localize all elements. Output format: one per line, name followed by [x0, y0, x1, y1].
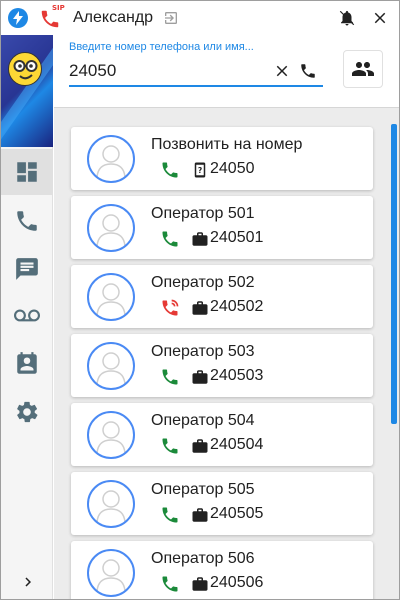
sip-phone-icon: SIP: [39, 4, 65, 30]
notifications-off-icon[interactable]: [338, 9, 356, 27]
contact-name: Позвонить на номер: [151, 136, 303, 153]
phone-icon[interactable]: [160, 160, 180, 180]
sidebar-item-dashboard[interactable]: [1, 149, 53, 195]
contacts-button[interactable]: [343, 50, 383, 88]
app-lightning-icon[interactable]: [8, 8, 28, 28]
user-avatar-emoji: [8, 52, 42, 86]
contact-card[interactable]: Позвонить на номер? 24050: [71, 127, 373, 190]
contact-name: Оператор 506: [151, 550, 255, 567]
contact-avatar: [87, 480, 135, 528]
voicemail-icon: [14, 309, 40, 322]
logout-icon[interactable]: [163, 10, 179, 26]
contact-number: 240504: [210, 436, 264, 453]
user-name: Александр: [73, 9, 154, 26]
sip-badge: SIP: [52, 4, 65, 12]
contact-name: Оператор 504: [151, 412, 255, 429]
close-icon[interactable]: [371, 9, 389, 27]
svg-text:?: ?: [198, 166, 202, 175]
briefcase-icon: [191, 368, 209, 386]
contact-avatar: [87, 342, 135, 390]
contact-card-icon: [17, 352, 37, 374]
contact-name: Оператор 501: [151, 205, 255, 222]
sidebar-item-messages[interactable]: [1, 246, 53, 292]
contact-number: 240506: [210, 574, 264, 591]
contact-number: 240501: [210, 229, 264, 246]
contact-card[interactable]: Оператор 506 240506: [71, 541, 373, 599]
contact-name: Оператор 505: [151, 481, 255, 498]
gear-icon: [17, 401, 38, 423]
people-icon: [352, 62, 374, 76]
briefcase-icon: [191, 506, 209, 524]
briefcase-icon: [191, 437, 209, 455]
contact-card[interactable]: Оператор 503 240503: [71, 334, 373, 397]
contact-card[interactable]: Оператор 505 240505: [71, 472, 373, 535]
phone-icon[interactable]: [160, 505, 180, 525]
contact-card[interactable]: Оператор 502 240502: [71, 265, 373, 328]
sidebar-item-settings[interactable]: [1, 389, 53, 435]
sidebar: [1, 35, 53, 599]
phone-icon[interactable]: [160, 229, 180, 249]
list-scrollbar[interactable]: [391, 124, 397, 424]
phone-icon[interactable]: [160, 436, 180, 456]
profile-panel[interactable]: [1, 35, 53, 147]
sidebar-item-contacts[interactable]: [1, 341, 53, 387]
briefcase-icon: [191, 299, 209, 317]
phone-in-talk-icon[interactable]: [160, 298, 180, 318]
contact-avatar: [87, 549, 135, 597]
expand-chevron-icon[interactable]: [19, 573, 37, 591]
contact-number: 240502: [210, 298, 264, 315]
contact-list: Позвонить на номер? 24050 Оператор 501 2405…: [54, 107, 399, 599]
phone-icon[interactable]: [160, 574, 180, 594]
contact-number: 240503: [210, 367, 264, 384]
clear-icon[interactable]: [273, 62, 291, 80]
contact-name: Оператор 503: [151, 343, 255, 360]
dashboard-icon: [17, 162, 37, 182]
contact-avatar: [87, 273, 135, 321]
contact-number: 24050: [210, 160, 255, 177]
contact-name: Оператор 502: [151, 274, 255, 291]
search-input[interactable]: [69, 59, 259, 83]
title-bar: SIP Александр: [1, 1, 399, 35]
contact-avatar: [87, 135, 135, 183]
briefcase-icon: [191, 575, 209, 593]
softphone-window: SIP Александр Введите номер телефона или…: [0, 0, 400, 600]
contact-avatar: [87, 411, 135, 459]
message-icon: [16, 258, 38, 280]
phone-icon: [17, 211, 37, 231]
search-field: [69, 57, 323, 87]
briefcase-icon: [191, 230, 209, 248]
call-phone-icon[interactable]: [299, 62, 317, 80]
search-hint-label: Введите номер телефона или имя...: [69, 41, 254, 53]
sidebar-item-voicemail[interactable]: [1, 293, 53, 339]
unknown-phone-icon: ?: [191, 161, 209, 179]
contact-card[interactable]: Оператор 504 240504: [71, 403, 373, 466]
contact-card[interactable]: Оператор 501 240501: [71, 196, 373, 259]
contact-avatar: [87, 204, 135, 252]
phone-icon[interactable]: [160, 367, 180, 387]
sidebar-item-calls[interactable]: [1, 198, 53, 244]
contact-number: 240505: [210, 505, 264, 522]
